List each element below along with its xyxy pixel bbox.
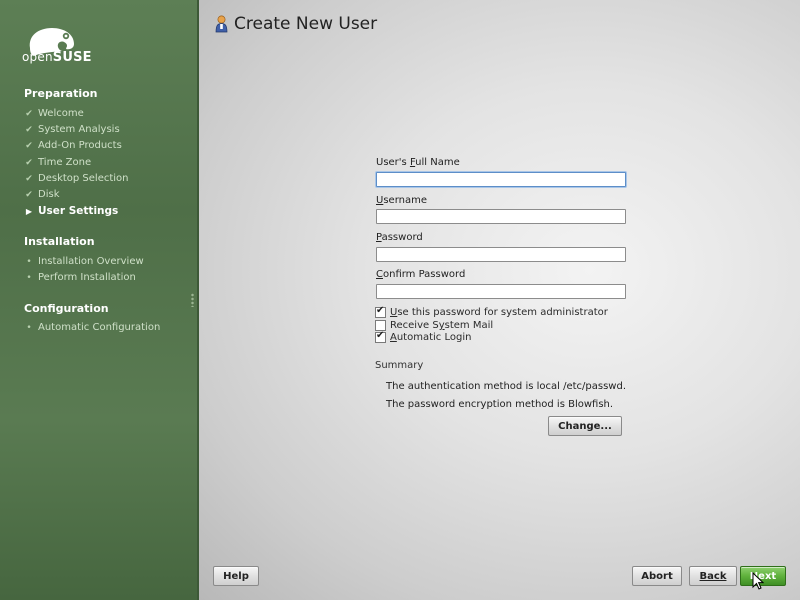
help-button[interactable]: Help [213,566,259,586]
receive-system-mail-checkbox-row[interactable]: Receive System Mail [375,320,493,331]
automatic-login-checkbox[interactable] [375,330,386,343]
sidebar-item-time-zone[interactable]: ✔ Time Zone [24,157,91,168]
summary-encryption-method: The password encryption method is Blowfi… [386,399,614,410]
check-icon: ✔ [25,124,33,135]
bullet-icon: • [26,272,32,283]
confirm-password-label: Confirm Password [376,269,466,280]
sidebar-item-automatic-configuration[interactable]: • Automatic Configuration [24,322,160,333]
receive-system-mail-label: Receive System Mail [390,320,494,331]
use-password-for-admin-checkbox-row[interactable]: Use this password for system administrat… [375,305,608,318]
current-step-arrow-icon: ▶ [25,206,33,216]
summary-auth-method: The authentication method is local /etc/… [386,381,627,392]
abort-button[interactable]: Abort [632,566,682,586]
sidebar-item-system-analysis[interactable]: ✔ System Analysis [24,124,119,135]
use-password-for-admin-checkbox[interactable] [375,305,386,318]
automatic-login-label: Automatic Login [390,332,472,343]
password-input[interactable] [376,247,626,262]
section-preparation: Preparation [24,87,98,100]
username-input[interactable] [376,209,626,224]
bullet-icon: • [26,256,32,267]
automatic-login-checkbox-row[interactable]: Automatic Login [375,330,472,343]
section-configuration: Configuration [24,302,109,315]
confirm-password-input[interactable] [376,284,626,299]
sidebar-item-perform-installation[interactable]: • Perform Installation [24,272,135,283]
sidebar-item-add-on-products[interactable]: ✔ Add-On Products [24,140,122,151]
check-icon: ✔ [25,157,33,168]
user-icon [215,15,228,33]
bullet-icon: • [26,322,32,333]
password-label: Password [376,232,423,243]
username-label: Username [376,195,427,206]
check-icon: ✔ [25,140,33,151]
full-name-input[interactable] [376,172,626,187]
check-icon: ✔ [25,189,33,200]
full-name-label: User's Full Name [376,157,460,168]
use-password-for-admin-label: Use this password for system administrat… [390,307,608,318]
section-installation: Installation [24,235,95,248]
opensuse-logo-text: openSUSE [22,50,92,65]
sidebar-item-welcome[interactable]: ✔ Welcome [24,108,84,119]
mouse-cursor-icon [752,572,764,590]
sidebar-resize-grip[interactable] [191,293,194,307]
sidebar-item-disk[interactable]: ✔ Disk [24,189,59,200]
page-title: Create New User [234,14,378,34]
sidebar-item-user-settings[interactable]: ▶ User Settings [24,205,118,217]
sidebar: openSUSE Preparation ✔ Welcome ✔ System An… [0,0,199,600]
check-icon: ✔ [25,108,33,119]
sidebar-item-installation-overview[interactable]: • Installation Overview [24,256,143,267]
change-button[interactable]: Change... [548,416,622,436]
back-button[interactable]: Back [689,566,737,586]
sidebar-item-desktop-selection[interactable]: ✔ Desktop Selection [24,173,128,184]
page-header: Create New User [215,14,377,34]
summary-heading: Summary [375,360,424,371]
check-icon: ✔ [25,173,33,184]
main-panel: Create New User User's Full Name Usernam… [199,0,800,600]
